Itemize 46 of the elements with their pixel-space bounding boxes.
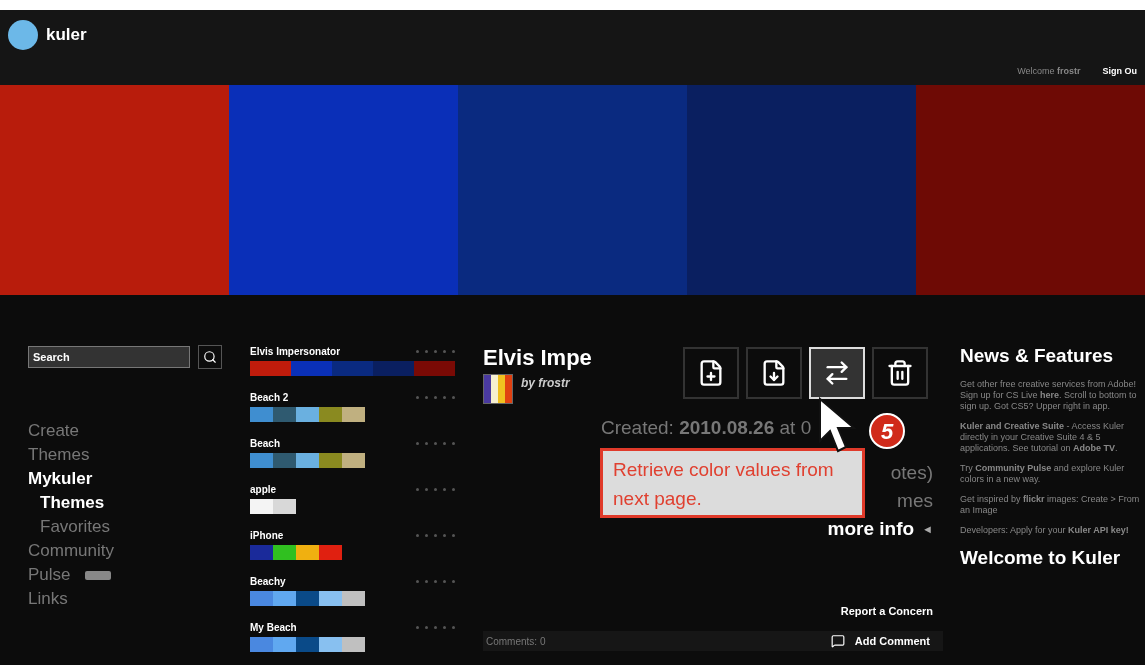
theme-name[interactable]: Elvis Impersonator (250, 345, 341, 358)
nav-sublink[interactable]: Themes (28, 491, 250, 515)
theme-thumbnail (483, 374, 513, 404)
nav-link[interactable]: Themes (28, 443, 90, 467)
tool-button[interactable] (683, 347, 739, 399)
author-text: by frostr (521, 375, 570, 392)
theme-name[interactable]: Beach 2 (250, 391, 289, 404)
more-arrow: ◄ (922, 521, 933, 537)
theme-name[interactable]: apple (250, 483, 277, 496)
comments-count: Comments: 0 (486, 634, 546, 649)
nav-link[interactable]: Links (28, 587, 68, 611)
theme-name[interactable]: Beach (250, 437, 280, 450)
sign-out-link[interactable]: Sign Ou (1102, 65, 1137, 79)
comment-icon (830, 634, 845, 648)
report-link[interactable]: Report a Concern (840, 602, 933, 619)
trash-icon (886, 359, 914, 387)
add-comment-button[interactable]: Add Comment (830, 632, 930, 650)
tool-button[interactable] (872, 347, 928, 399)
welcome-text: Welcome frostr (1017, 65, 1081, 78)
created-text: Created: 2010.08.26 at 0 (601, 416, 812, 440)
search-field[interactable]: Search (28, 346, 190, 368)
step-badge: 5 (869, 413, 905, 449)
news-title: News & Features (960, 345, 1115, 367)
news-paragraph: Kuler and Creative Suite - Access Kuler directly in your Creative Suite 4 & 5 applications. See tutorial on Adobe TV. (960, 421, 1126, 454)
news-paragraph: Get inspired by flickr images: Create > From an Image (960, 494, 1141, 516)
nav-link[interactable]: Pulse (28, 563, 71, 587)
theme-name[interactable]: iPhone (250, 529, 284, 542)
nav-link[interactable]: Community (28, 539, 114, 563)
logo-icon (8, 20, 38, 50)
news-paragraph: Try Community Pulse and explore Kuler colors in a new way. (960, 463, 1126, 485)
theme-title: Elvis Impe (483, 345, 592, 371)
theme-name[interactable]: My Beach (250, 621, 297, 634)
logo-text: kuler (46, 24, 87, 47)
tool-button[interactable] (746, 347, 802, 399)
news-paragraph: Developers: Apply for your Kuler API key! (960, 525, 1130, 536)
nav-sublink[interactable]: Favorites (28, 515, 250, 539)
text-fragment: mes (897, 488, 933, 513)
nav-link[interactable]: Create (28, 419, 80, 443)
search-button[interactable] (198, 345, 222, 369)
search-icon (203, 350, 217, 364)
news-paragraph: Get other free creative services from Adobe! Sign up for CS Live here. Scroll to bottom to sign up. Got CS5? Upper right in app. (960, 379, 1138, 412)
theme-name[interactable]: Beachy (250, 575, 286, 588)
callout-box: Retrieve color values from next page. (600, 448, 865, 518)
nav-link[interactable]: Mykuler (28, 467, 93, 491)
text-fragment: otes) (890, 460, 933, 485)
welcome-heading: Welcome to Kuler (960, 546, 1122, 570)
